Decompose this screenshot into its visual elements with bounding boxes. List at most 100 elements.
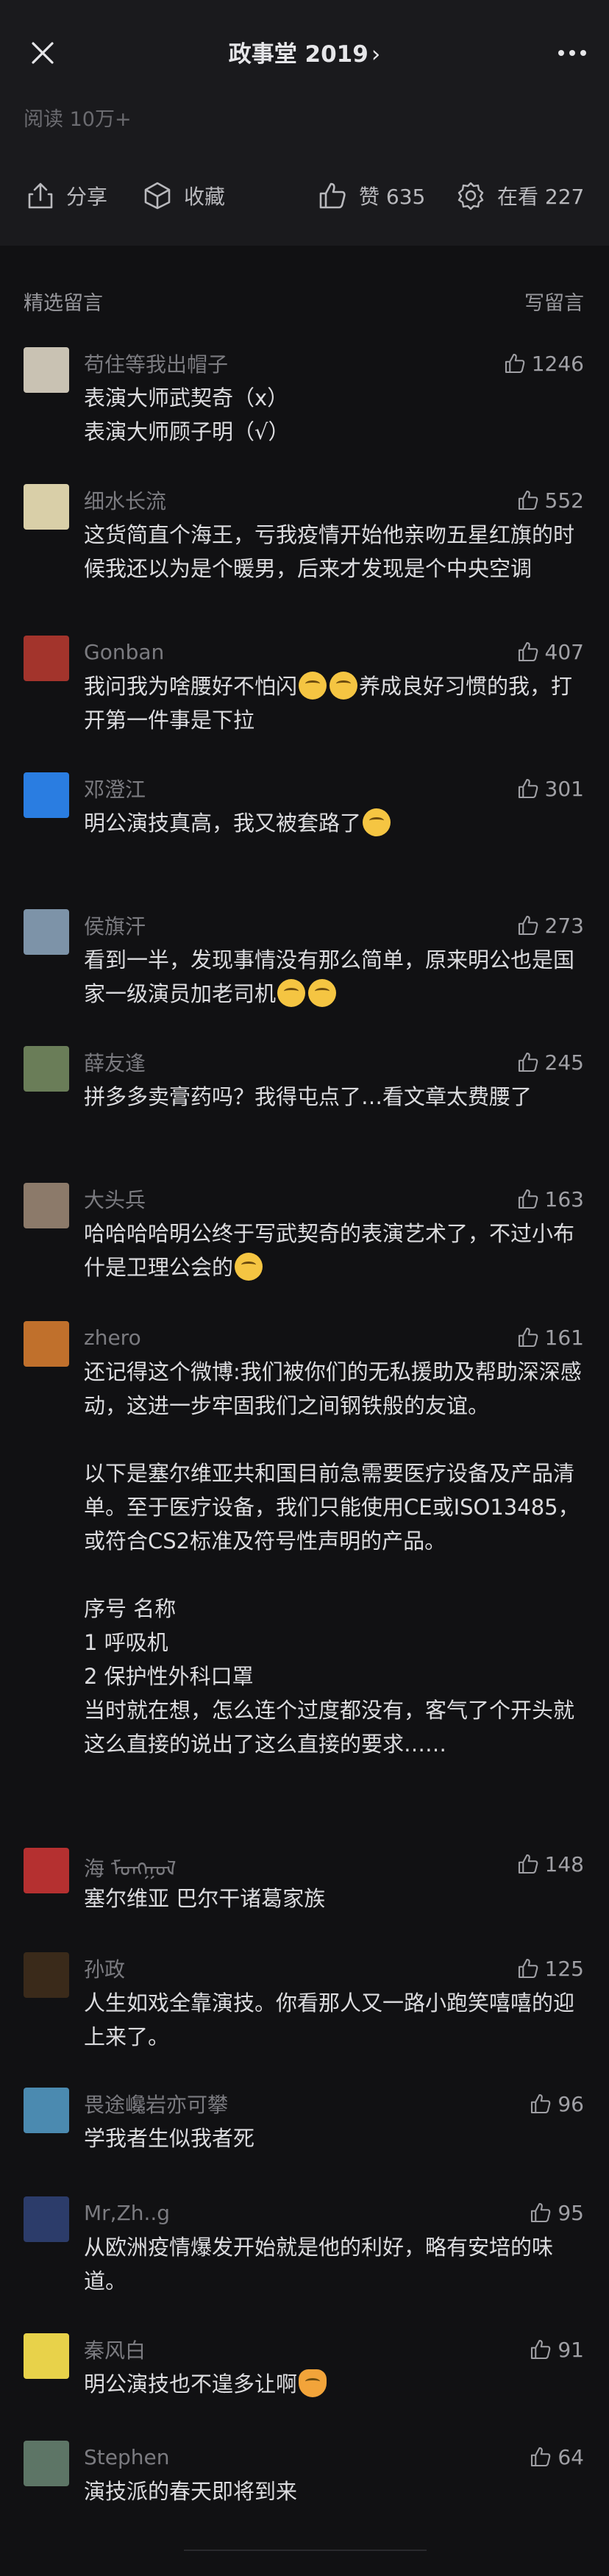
comment-text-content: 人生如戏全靠演技。你看那人又一路小跑笑嘻嘻的迎上来了。 bbox=[84, 1990, 575, 2049]
like-count: 407 bbox=[544, 639, 584, 664]
comment-header: 孙政 125 bbox=[84, 1951, 584, 1986]
emoji-icon bbox=[235, 1253, 263, 1281]
comment-text-content: 明公演技真高，我又被套路了 bbox=[84, 811, 362, 836]
comment-text-content: 这货简直个海王，亏我疫情开始他亲吻五星红旗的时候我还以为是个暖男，后来才发现是个… bbox=[84, 522, 575, 581]
comment-like-button[interactable]: 552 bbox=[517, 488, 584, 513]
comment-text: 还记得这个微博:我们被你们的无私援助及帮助深深感动，这进一步牢固我们之间钢铁般的… bbox=[84, 1355, 584, 1761]
comment-like-button[interactable]: 161 bbox=[517, 1326, 584, 1350]
comment-like-button[interactable]: 95 bbox=[530, 2201, 584, 2225]
avatar[interactable] bbox=[24, 1046, 69, 1092]
nav-bar: 政事堂 2019 › bbox=[0, 0, 609, 106]
comment-like-button[interactable]: 1246 bbox=[504, 352, 584, 376]
thumbs-up-icon bbox=[518, 778, 538, 799]
like-count: 163 bbox=[544, 1186, 584, 1211]
avatar[interactable] bbox=[24, 772, 69, 818]
divider bbox=[184, 2550, 427, 2551]
comment-text-content: 从欧洲疫情爆发开始就是他的利好，略有安培的味道。 bbox=[84, 2235, 554, 2294]
comment-like-button[interactable]: 407 bbox=[517, 640, 584, 664]
like-count: 96 bbox=[558, 2091, 584, 2116]
nickname: zhero bbox=[84, 1325, 141, 1350]
comment-like-button[interactable]: 96 bbox=[530, 2092, 584, 2116]
thumbs-up-icon bbox=[518, 1189, 538, 1209]
nickname: 邓澄江 bbox=[84, 778, 146, 802]
share-icon bbox=[28, 182, 53, 209]
nickname: Gonban bbox=[84, 639, 165, 664]
article-footer: 政事堂 2019 › 阅读 10万+ 分享 收藏 赞 635 在看 227 bbox=[0, 0, 609, 246]
comment-like-button[interactable]: 64 bbox=[530, 2445, 584, 2469]
favorite-button[interactable]: 收藏 bbox=[143, 169, 225, 222]
comment-text: 明公演技也不遑多让啊 bbox=[84, 2367, 584, 2401]
action-bar: 分享 收藏 赞 635 在看 227 bbox=[0, 169, 609, 222]
comment-text: 塞尔维亚 巴尔干诸葛家族 bbox=[84, 1882, 584, 1915]
nickname: 畏途巉岩亦可攀 bbox=[84, 2093, 229, 2117]
cube-icon bbox=[144, 182, 171, 210]
avatar[interactable] bbox=[24, 1183, 69, 1228]
thumbs-up-icon bbox=[531, 2447, 551, 2467]
account-title[interactable]: 政事堂 2019 › bbox=[0, 35, 609, 68]
comment-text-content: 演技派的春天即将到来 bbox=[84, 2479, 298, 2504]
avatar[interactable] bbox=[24, 2196, 69, 2242]
emoji-icon bbox=[277, 979, 306, 1007]
emoji-icon bbox=[308, 979, 337, 1007]
comment-header: zhero 161 bbox=[84, 1320, 584, 1355]
thumbs-up-icon bbox=[518, 1854, 538, 1874]
avatar[interactable] bbox=[24, 909, 69, 955]
comment-like-button[interactable]: 273 bbox=[517, 914, 584, 938]
comment-item: 畏途巉岩亦可攀 96 学我者生似我者死 bbox=[0, 2086, 609, 2155]
more-button[interactable] bbox=[552, 32, 593, 74]
favorite-label: 收藏 bbox=[184, 185, 226, 209]
comment-like-button[interactable]: 245 bbox=[517, 1050, 584, 1075]
comment-like-button[interactable]: 163 bbox=[517, 1187, 584, 1211]
like-count: 148 bbox=[544, 1851, 584, 1876]
watching-button[interactable]: 在看 227 bbox=[456, 169, 584, 222]
comment-text-content: 拼多多卖膏药吗？我得屯点了…看文章太费腰了 bbox=[84, 1084, 533, 1109]
like-count: 64 bbox=[558, 2444, 584, 2469]
featured-comments-title: 精选留言 bbox=[24, 292, 103, 315]
comment-like-button[interactable]: 91 bbox=[530, 2338, 584, 2362]
comment-header: 秦风白 91 bbox=[84, 2332, 584, 2367]
like-button[interactable]: 赞 635 bbox=[318, 169, 425, 222]
comment-header: 细水长流 552 bbox=[84, 483, 584, 518]
comment-like-button[interactable]: 301 bbox=[517, 777, 584, 801]
comment-header: 海 ᠮᠣᠩᠭᠣᠯ 148 bbox=[84, 1846, 584, 1882]
avatar[interactable] bbox=[24, 1848, 69, 1893]
thumbs-up-icon bbox=[531, 2339, 551, 2360]
comment-text: 明公演技真高，我又被套路了 bbox=[84, 806, 584, 840]
avatar[interactable] bbox=[24, 347, 69, 393]
avatar[interactable] bbox=[24, 2088, 69, 2133]
avatar[interactable] bbox=[24, 1321, 69, 1367]
like-count: 95 bbox=[558, 2200, 584, 2225]
more-icon bbox=[558, 50, 586, 56]
emoji-icon bbox=[299, 2369, 327, 2397]
comment-text: 哈哈哈哈明公终于写武契奇的表演艺术了，不过小布什是卫理公会的 bbox=[84, 1217, 584, 1284]
comment-header: 邓澄江 301 bbox=[84, 771, 584, 806]
nickname: 苟住等我出帽子 bbox=[84, 352, 229, 377]
comment-text-content: 还记得这个微博:我们被你们的无私援助及帮助深深感动，这进一步牢固我们之间钢铁般的… bbox=[84, 1359, 582, 1757]
share-button[interactable]: 分享 bbox=[26, 169, 107, 222]
like-count: 赞 635 bbox=[359, 185, 426, 209]
avatar[interactable] bbox=[24, 484, 69, 530]
comment-header: 薛友逢 245 bbox=[84, 1045, 584, 1080]
comment-item: Gonban 407 我问我为啥腰好不怕闪 养成良好习惯的我，打开第一件事是下拉 bbox=[0, 634, 609, 737]
comment-header: 大头兵 163 bbox=[84, 1181, 584, 1217]
avatar[interactable] bbox=[24, 636, 69, 681]
avatar[interactable] bbox=[24, 2333, 69, 2379]
comment-text-content: 我问我为啥腰好不怕闪 bbox=[84, 674, 298, 699]
emoji-icon bbox=[330, 672, 358, 700]
avatar[interactable] bbox=[24, 1952, 69, 1998]
like-count: 91 bbox=[558, 2337, 584, 2362]
thumbs-up-icon bbox=[518, 641, 538, 662]
avatar[interactable] bbox=[24, 2441, 69, 2486]
nickname: 细水长流 bbox=[84, 489, 167, 513]
nickname: 孙政 bbox=[84, 1957, 126, 1982]
nickname: 大头兵 bbox=[84, 1188, 146, 1212]
comment-like-button[interactable]: 125 bbox=[517, 1957, 584, 1981]
thumbs-up-icon bbox=[531, 2093, 551, 2114]
comment-like-button[interactable]: 148 bbox=[517, 1852, 584, 1876]
thumbs-up-icon bbox=[518, 915, 538, 936]
like-count: 125 bbox=[544, 1956, 584, 1981]
emoji-icon bbox=[363, 808, 391, 836]
emoji-icon bbox=[299, 672, 327, 700]
write-comment-button[interactable]: 写留言 bbox=[524, 287, 584, 316]
comment-header: Gonban 407 bbox=[84, 634, 584, 669]
